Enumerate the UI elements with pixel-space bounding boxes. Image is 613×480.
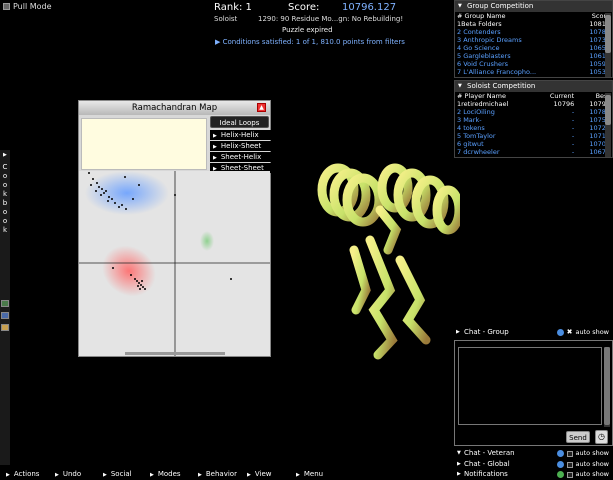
menu-undo[interactable]: Undo: [55, 469, 81, 480]
table-row[interactable]: 3 Mark- -10751: [455, 116, 612, 124]
loop-type-list: Helix-Helix Helix-Sheet Sheet-Helix Shee…: [210, 130, 271, 174]
info-icon[interactable]: [556, 461, 564, 468]
close-icon[interactable]: ▲: [257, 103, 266, 112]
table-row[interactable]: 2 Contenders 10780: [455, 28, 612, 36]
table-row[interactable]: 6 gitwut -10706: [455, 140, 612, 148]
pull-mode-toggle[interactable]: Pull Mode: [3, 2, 52, 11]
table-row[interactable]: 1Beta Folders 10813: [455, 20, 612, 28]
ramachandran-plot[interactable]: [79, 171, 270, 356]
table-row[interactable]: 7 L'Alliance Francopho... 10534: [455, 68, 612, 76]
notepad-icon[interactable]: [1, 324, 9, 331]
group-competition-panel: Group Competition # Group Name Score 1Be…: [454, 0, 613, 78]
group-competition-header[interactable]: Group Competition: [455, 1, 612, 12]
clock-icon[interactable]: ◷: [595, 430, 608, 444]
menu-actions[interactable]: Actions: [6, 469, 40, 480]
chat-group-label: Chat - Group: [464, 328, 509, 336]
group-competition-table: # Group Name Score 1Beta Folders 10813 2 …: [455, 12, 612, 76]
notifications-tab[interactable]: ▶ Notifications auto show: [454, 469, 613, 480]
table-row[interactable]: 3 Anthropic Dreams 10734: [455, 36, 612, 44]
table-row[interactable]: 1retiredmichael 10796 10796: [455, 100, 612, 108]
soloist-competition-header[interactable]: Soloist Competition: [455, 81, 612, 92]
soloist-competition-table: # Player Name Current Best 1retiredmicha…: [455, 92, 612, 156]
puzzle-status: 1290: 90 Residue Mo...gn: No Rebuilding!: [258, 15, 404, 23]
loop-sheet-helix[interactable]: Sheet-Helix: [210, 152, 271, 162]
info-icon[interactable]: [556, 328, 564, 336]
table-row[interactable]: 6 Void Crushers 10599: [455, 60, 612, 68]
table-row[interactable]: 2 LociOiling -10780: [455, 108, 612, 116]
auto-show-label: auto show: [575, 470, 610, 478]
residue-preview-area: [81, 118, 207, 170]
chat-veteran-label: Chat - Veteran: [464, 449, 515, 457]
chat-global-label: Chat - Global: [464, 460, 510, 468]
notifications-label: Notifications: [464, 470, 508, 478]
chat-window: Send ◷: [454, 340, 613, 446]
soloist-competition-panel: Soloist Competition # Player Name Curren…: [454, 80, 613, 158]
table-row[interactable]: 4 tokens -10729: [455, 124, 612, 132]
menu-view[interactable]: View: [247, 469, 272, 480]
cookbook-label: Cookbook: [2, 163, 8, 234]
beta-region: [85, 171, 169, 215]
column-header: # Group Name: [457, 12, 506, 20]
mode-text: Soloist: [214, 15, 238, 23]
script-icon[interactable]: [1, 312, 9, 319]
auto-show-checkbox[interactable]: [566, 450, 573, 457]
info-icon[interactable]: [556, 450, 564, 457]
group-competition-scrollbar[interactable]: [605, 13, 611, 77]
close-icon[interactable]: ✖: [567, 327, 573, 337]
soloist-competition-scrollbar[interactable]: [605, 93, 611, 157]
chat-group-tab[interactable]: Chat - Group ✖ auto show: [454, 327, 613, 337]
chat-veteran-tab[interactable]: ▼ Chat - Veteran auto show: [454, 448, 613, 459]
recipe-icon[interactable]: [1, 300, 9, 307]
column-header: # Player Name: [457, 92, 506, 100]
menu-modes[interactable]: Modes: [150, 469, 181, 480]
ramachandran-title-bar[interactable]: Ramachandran Map ▲: [79, 101, 270, 115]
table-row[interactable]: 5 TomTaylor -10714: [455, 132, 612, 140]
rank-text: Rank: 1: [214, 2, 252, 13]
auto-show-checkbox[interactable]: [566, 471, 573, 478]
cookbook-sidebar[interactable]: ▶ Cookbook: [0, 150, 10, 465]
loop-helix-sheet[interactable]: Helix-Sheet: [210, 141, 271, 151]
menu-behavior[interactable]: Behavior: [198, 469, 237, 480]
send-button[interactable]: Send: [566, 431, 590, 443]
score-value: 10796.127: [342, 2, 397, 13]
chevron-right-icon: ▶: [3, 152, 7, 158]
chat-message-area[interactable]: [458, 347, 602, 425]
left-alpha-region: [200, 231, 214, 251]
loop-helix-helix[interactable]: Helix-Helix: [210, 130, 271, 140]
table-row[interactable]: 4 Go Science 10659: [455, 44, 612, 52]
auto-show-checkbox[interactable]: [566, 461, 573, 468]
table-row[interactable]: 5 Gargleblasters 10611: [455, 52, 612, 60]
auto-show-label: auto show: [575, 449, 610, 457]
menu-menu[interactable]: Menu: [296, 469, 323, 480]
chat-group-autoshow[interactable]: ✖ auto show: [556, 327, 610, 337]
bottom-menu-bar: Actions Undo Social Modes Behavior View …: [0, 469, 454, 480]
ramachandran-title: Ramachandran Map: [131, 103, 218, 113]
pull-mode-label: Pull Mode: [13, 2, 52, 11]
protein-3d-view[interactable]: [300, 140, 460, 370]
auto-show-label: auto show: [575, 328, 610, 336]
chevron-right-icon: ▶: [457, 471, 461, 477]
ideal-loops-button[interactable]: Ideal Loops: [210, 116, 269, 128]
column-header: Current: [549, 92, 575, 100]
pull-mode-icon: [3, 3, 10, 10]
chevron-down-icon: ▼: [457, 450, 461, 456]
score-panel: Rank: 1 Score: 10796.127 Soloist 1290: 9…: [210, 0, 405, 50]
menu-social[interactable]: Social: [103, 469, 132, 480]
status-icon: [556, 471, 564, 478]
score-label: Score:: [288, 2, 320, 13]
conditions-text: Conditions satisfied: 1 of 1, 810.0 poin…: [222, 38, 405, 46]
puzzle-expired-text: Puzzle expired: [282, 26, 333, 34]
chat-scrollbar[interactable]: [604, 347, 610, 427]
table-row[interactable]: 7 dcrwheeler -10670: [455, 148, 612, 156]
ramachandran-map-window[interactable]: Ramachandran Map ▲ Ideal Loops Helix-Hel…: [78, 100, 271, 357]
conditions-toggle[interactable]: ▶ Conditions satisfied: 1 of 1, 810.0 po…: [215, 38, 405, 46]
